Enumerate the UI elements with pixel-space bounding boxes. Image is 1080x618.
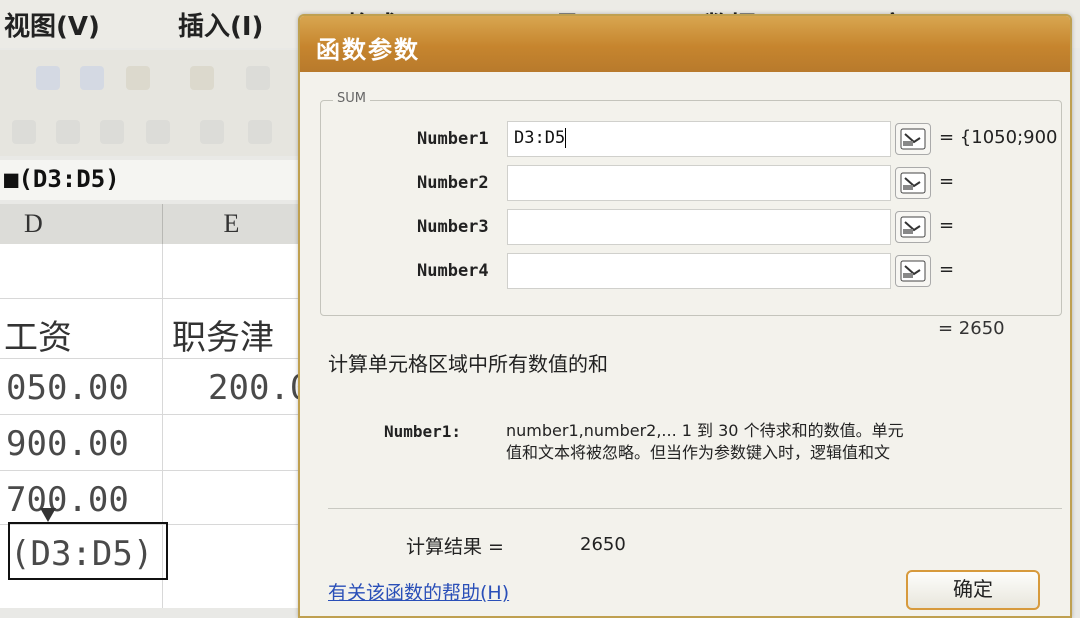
italic-icon[interactable]	[100, 120, 124, 144]
menu-insert[interactable]: 插入(I)	[178, 6, 263, 43]
arg-label: Number2	[417, 173, 489, 193]
align-icon[interactable]	[12, 120, 36, 144]
collapse-dialog-button[interactable]	[895, 211, 931, 243]
calc-result-label: 计算结果 =	[406, 536, 504, 558]
calc-result-value: 2650	[580, 534, 626, 555]
param-description: number1,number2,... 1 到 30 个待求和的数值。单元 值和…	[506, 421, 904, 462]
cell-d4[interactable]: 900.00	[6, 424, 129, 464]
function-description: 计算单元格区域中所有数值的和	[328, 352, 608, 376]
formula-text: ■(D3:D5)	[4, 165, 120, 193]
arg-row-number3: Number3 =	[321, 209, 1061, 247]
arg-row-number1: Number1 D3:D5 = {1050;900	[321, 121, 1061, 159]
mouse-cursor	[40, 508, 56, 522]
formula-bar[interactable]: ■(D3:D5)	[0, 160, 300, 200]
param-name: Number1:	[384, 422, 462, 441]
number4-input[interactable]	[507, 253, 891, 289]
standard-toolbar	[0, 50, 300, 106]
arg-label: Number3	[417, 217, 489, 237]
arg-result: = {1050;900	[939, 127, 1058, 148]
arg-label: Number4	[417, 261, 489, 281]
formula-result: = 2650	[938, 318, 1005, 339]
arg-result: =	[939, 259, 955, 280]
cell-d3[interactable]: 050.00	[6, 368, 129, 408]
underline-icon[interactable]	[146, 120, 170, 144]
ok-button[interactable]: 确定	[906, 570, 1040, 610]
align-center-icon[interactable]	[248, 120, 272, 144]
help-link[interactable]: 有关该函数的帮助(H)	[328, 578, 509, 605]
collapse-dialog-button[interactable]	[895, 167, 931, 199]
cut-icon[interactable]	[36, 66, 60, 90]
undo-icon[interactable]	[246, 66, 270, 90]
dialog-title-bar[interactable]: 函数参数	[300, 16, 1070, 72]
function-arguments-dialog: 函数参数 SUM Number1 D3:D5 = {1050;900 Numbe…	[298, 14, 1072, 618]
cell-e3[interactable]: 200.0	[208, 368, 310, 408]
arg-result: =	[939, 215, 955, 236]
align-left-icon[interactable]	[200, 120, 224, 144]
cell-d-header[interactable]: 工资	[4, 310, 72, 359]
number2-input[interactable]	[507, 165, 891, 201]
column-header-d[interactable]: D	[0, 204, 163, 244]
collapse-dialog-button[interactable]	[895, 123, 931, 155]
column-header-e[interactable]: E	[163, 204, 301, 244]
text-caret	[565, 128, 567, 148]
cell-d5[interactable]: 700.00	[6, 480, 129, 520]
range-select-icon	[900, 128, 926, 150]
number1-input[interactable]: D3:D5	[507, 121, 891, 157]
function-name: SUM	[333, 91, 370, 106]
copy-icon[interactable]	[80, 66, 104, 90]
collapse-dialog-button[interactable]	[895, 255, 931, 287]
format-painter-icon[interactable]	[190, 66, 214, 90]
range-select-icon	[900, 172, 926, 194]
dialog-title: 函数参数	[316, 36, 420, 64]
range-select-icon	[900, 260, 926, 282]
cell-e-header[interactable]: 职务津	[172, 310, 274, 359]
format-toolbar	[0, 106, 300, 156]
paste-icon[interactable]	[126, 66, 150, 90]
bold-icon[interactable]	[56, 120, 80, 144]
range-select-icon	[900, 216, 926, 238]
arguments-group: SUM Number1 D3:D5 = {1050;900 Number2 = …	[320, 91, 1062, 316]
arg-row-number2: Number2 =	[321, 165, 1061, 203]
arg-result: =	[939, 171, 955, 192]
arg-row-number4: Number4 =	[321, 253, 1061, 291]
menu-view[interactable]: 视图(V)	[4, 6, 100, 43]
divider	[328, 508, 1062, 509]
cell-d6-formula: (D3:D5)	[10, 534, 154, 574]
number3-input[interactable]	[507, 209, 891, 245]
arg-label: Number1	[417, 129, 489, 149]
